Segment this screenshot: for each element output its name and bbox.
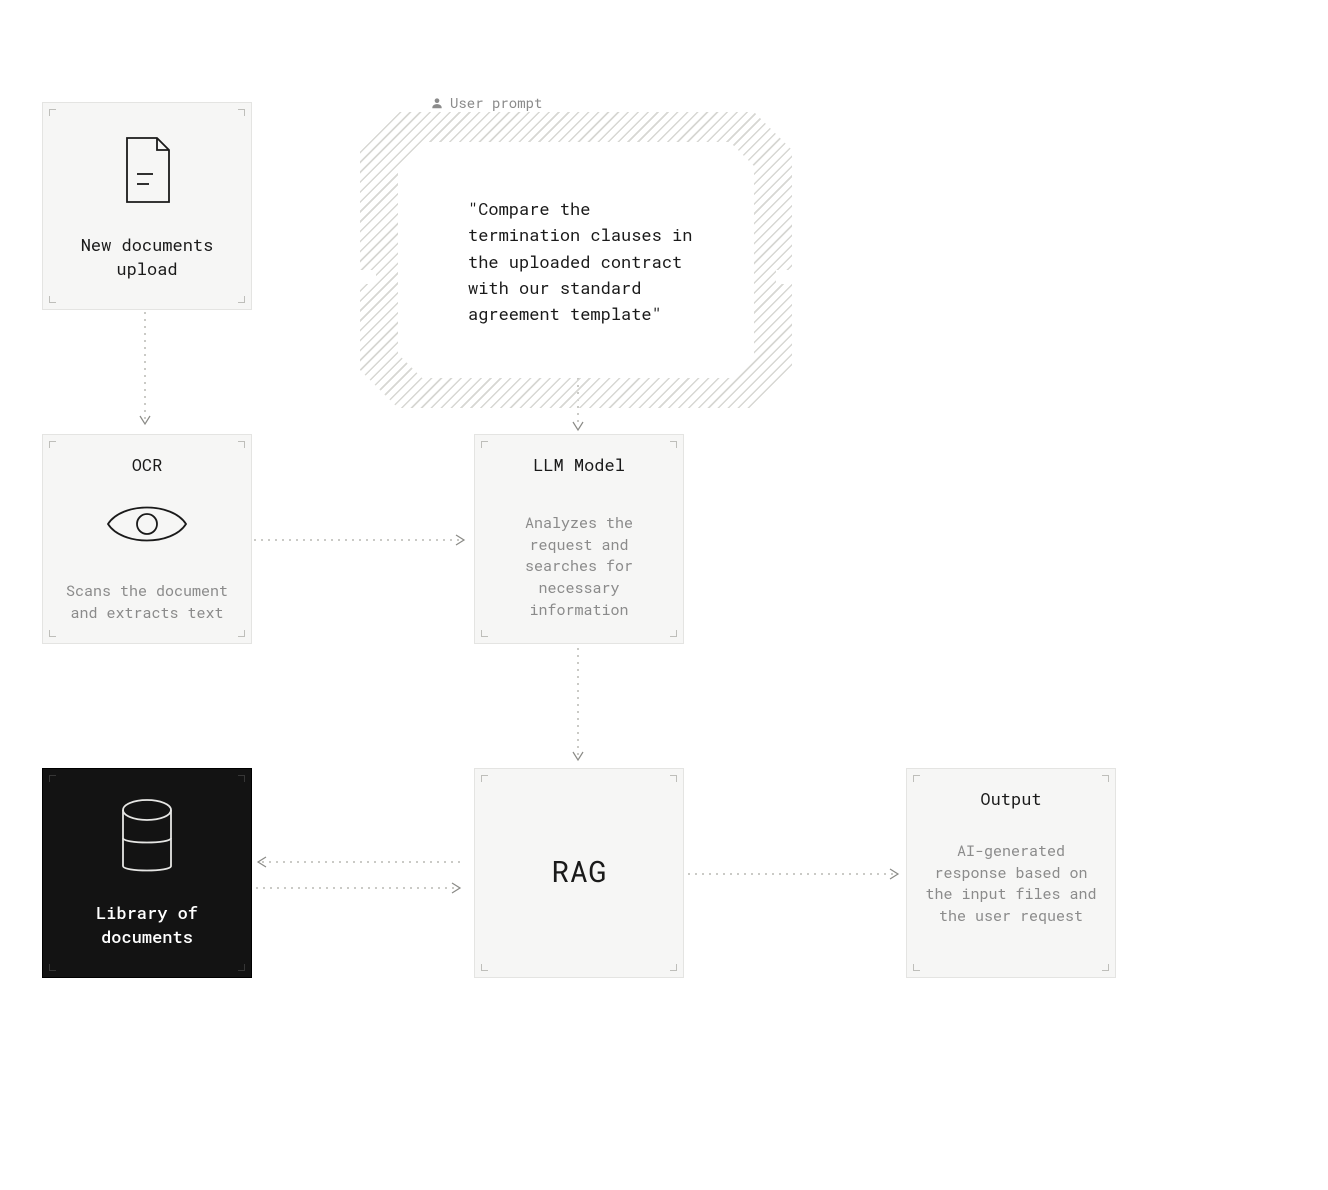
llm-title: LLM Model: [533, 453, 625, 477]
library-title: Library of documents: [57, 901, 237, 949]
user-icon: [430, 96, 444, 110]
prompt-text: "Compare the termination clauses in the …: [468, 196, 694, 328]
output-subtitle: AI-generated response based on the input…: [921, 841, 1101, 928]
diagram-canvas: User prompt "Compare the termination cla…: [0, 0, 1328, 1190]
document-icon: [119, 134, 175, 211]
ocr-subtitle: Scans the document and extracts text: [57, 581, 237, 625]
node-ocr: OCR Scans the document and extracts text: [42, 434, 252, 644]
llm-subtitle: Analyzes the request and searches for ne…: [489, 513, 669, 622]
node-rag: RAG: [474, 768, 684, 978]
rag-title: RAG: [551, 852, 607, 891]
output-title: Output: [980, 787, 1041, 811]
node-library: Library of documents: [42, 768, 252, 978]
prompt-label: User prompt: [430, 93, 542, 112]
eye-icon: [102, 496, 192, 557]
ocr-title: OCR: [132, 453, 163, 477]
prompt-inner: "Compare the termination clauses in the …: [398, 142, 754, 378]
prompt-label-text: User prompt: [450, 93, 542, 112]
upload-title: New documents upload: [57, 233, 237, 281]
user-prompt: "Compare the termination clauses in the …: [360, 112, 792, 408]
node-llm: LLM Model Analyzes the request and searc…: [474, 434, 684, 644]
node-upload: New documents upload: [42, 102, 252, 310]
database-icon: [115, 798, 179, 885]
node-output: Output AI-generated response based on th…: [906, 768, 1116, 978]
